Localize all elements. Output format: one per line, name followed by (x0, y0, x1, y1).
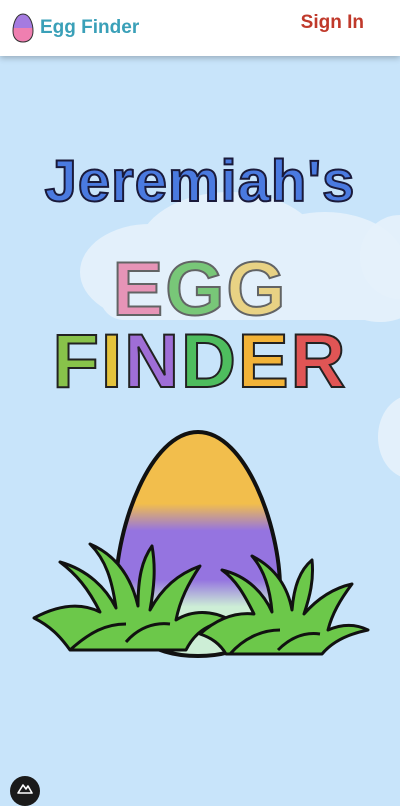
egg-logo-icon (12, 13, 34, 43)
finder-letter: R (290, 318, 348, 405)
finder-letter: I (100, 318, 125, 405)
egg-in-grass-illustration (30, 428, 370, 668)
finder-letter: N (123, 318, 181, 405)
top-navbar: Egg Finder Sign In (0, 0, 400, 56)
hero-finder-heading: FINDER (0, 318, 400, 405)
finder-letter: D (180, 318, 238, 405)
hero-section: Jeremiah's EGG FINDER (0, 56, 400, 800)
finder-letter: E (237, 318, 291, 405)
brand-title: Egg Finder (40, 17, 140, 38)
brand-link[interactable]: Egg Finder (12, 13, 139, 43)
cloud-decoration (378, 397, 400, 477)
mountain-icon (17, 784, 33, 794)
corner-badge-button[interactable] (10, 776, 40, 806)
finder-letter: F (52, 318, 101, 405)
sign-in-link[interactable]: Sign In (301, 12, 364, 34)
hero-name-heading: Jeremiah's (44, 148, 356, 215)
